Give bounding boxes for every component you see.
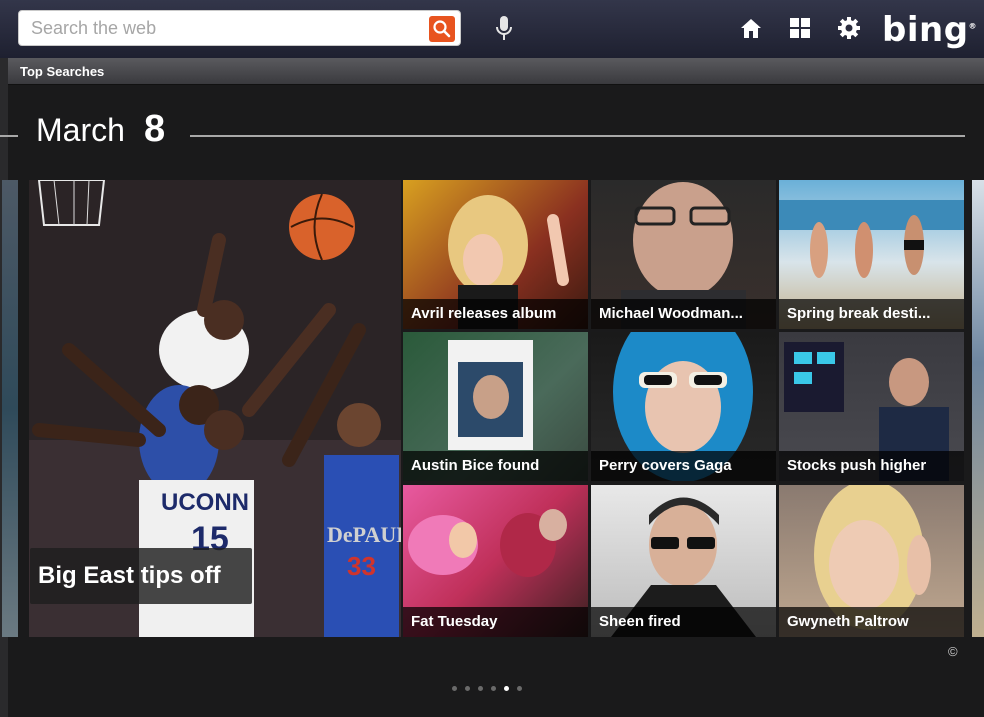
tile-caption: Fat Tuesday [403, 607, 588, 637]
featured-caption[interactable]: Big East tips off [30, 548, 252, 604]
search-icon [433, 20, 451, 38]
grid-icon[interactable] [787, 15, 813, 41]
bing-logo[interactable]: bing® [882, 10, 977, 50]
top-searches-label: Top Searches [20, 64, 105, 79]
top-bar: bing® [0, 0, 984, 58]
next-page-peek[interactable] [972, 180, 984, 637]
logo-mark: ® [968, 21, 978, 31]
date-divider-left [0, 135, 18, 137]
news-tile[interactable]: Fat Tuesday [403, 485, 588, 637]
news-tile[interactable]: Spring break desti... [779, 180, 964, 329]
search-box[interactable] [18, 10, 461, 46]
news-tile[interactable]: Michael Woodman... [591, 180, 776, 329]
tile-caption: Gwyneth Paltrow [779, 607, 964, 637]
tile-caption: Michael Woodman... [591, 299, 776, 329]
news-tile[interactable]: Sheen fired [591, 485, 776, 637]
copyright-icon[interactable]: © [948, 644, 958, 659]
search-input[interactable] [19, 11, 419, 45]
page-dot[interactable] [465, 686, 470, 691]
tile-caption: Austin Bice found [403, 451, 588, 481]
date-day: 8 [144, 108, 166, 150]
svg-text:DePAUL: DePAUL [327, 522, 401, 547]
news-tile[interactable]: Avril releases album [403, 180, 588, 329]
tile-caption: Stocks push higher [779, 451, 964, 481]
news-tile[interactable]: Stocks push higher [779, 332, 964, 481]
tile-caption: Sheen fired [591, 607, 776, 637]
home-icon[interactable] [738, 15, 764, 41]
previous-page-peek[interactable] [2, 180, 18, 637]
date-month: March [36, 112, 125, 148]
logo-text: bing [882, 10, 969, 50]
news-tile[interactable]: Gwyneth Paltrow [779, 485, 964, 637]
top-searches-bar: Top Searches [8, 58, 984, 85]
svg-text:UCONN: UCONN [161, 489, 249, 516]
news-tile[interactable]: Perry covers Gaga [591, 332, 776, 481]
tile-caption: Spring break desti... [779, 299, 964, 329]
page-dot[interactable] [491, 686, 496, 691]
gear-icon[interactable] [836, 15, 862, 41]
news-tile[interactable]: Austin Bice found [403, 332, 588, 481]
page-dot[interactable] [452, 686, 457, 691]
page-dot[interactable] [504, 686, 509, 691]
tile-caption: Perry covers Gaga [591, 451, 776, 481]
page-dot[interactable] [517, 686, 522, 691]
page-dot[interactable] [478, 686, 483, 691]
microphone-icon[interactable] [492, 14, 516, 44]
svg-text:33: 33 [347, 551, 376, 581]
tile-caption: Avril releases album [403, 299, 588, 329]
search-button[interactable] [429, 16, 455, 42]
date-divider-right [190, 135, 965, 137]
